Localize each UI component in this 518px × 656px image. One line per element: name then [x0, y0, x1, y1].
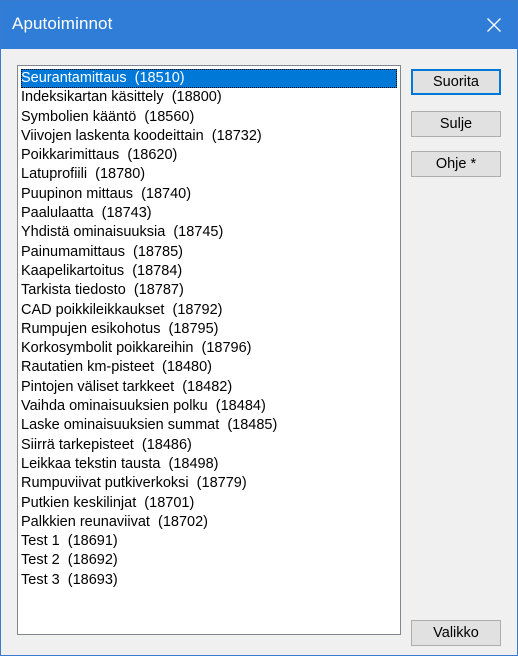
list-item[interactable]: Korkosymbolit poikkareihin (18796)	[18, 339, 400, 358]
dialog-window: Aputoiminnot Seurantamittaus (18510) Inde…	[0, 0, 518, 656]
list-item[interactable]: Puupinon mittaus (18740)	[18, 185, 400, 204]
list-item[interactable]: Seurantamittaus (18510)	[21, 69, 397, 89]
list-item[interactable]: CAD poikkileikkaukset (18792)	[18, 301, 400, 320]
list-item[interactable]: Rumpuviivat putkiverkoksi (18779)	[18, 474, 400, 493]
list-item[interactable]: Putkien keskilinjat (18701)	[18, 494, 400, 513]
help-button[interactable]: Ohje *	[411, 151, 501, 177]
close-icon	[487, 18, 501, 32]
list-item[interactable]: Painumamittaus (18785)	[18, 243, 400, 262]
list-item[interactable]: Palkkien reunaviivat (18702)	[18, 513, 400, 532]
list-item[interactable]: Test 3 (18693)	[18, 571, 400, 590]
list-item[interactable]: Indeksikartan käsittely (18800)	[18, 88, 400, 107]
list-item[interactable]: Test 2 (18692)	[18, 551, 400, 570]
close-button[interactable]	[471, 1, 517, 49]
window-title: Aputoiminnot	[12, 14, 113, 33]
list-item[interactable]: Tarkista tiedosto (18787)	[18, 281, 400, 300]
list-item[interactable]: Kaapelikartoitus (18784)	[18, 262, 400, 281]
list-item[interactable]: Viivojen laskenta koodeittain (18732)	[18, 127, 400, 146]
list-item[interactable]: Test 1 (18691)	[18, 532, 400, 551]
list-item[interactable]: Paalulaatta (18743)	[18, 204, 400, 223]
list-item[interactable]: Laske ominaisuuksien summat (18485)	[18, 416, 400, 435]
run-button[interactable]: Suorita	[411, 69, 501, 95]
list-item[interactable]: Rautatien km-pisteet (18480)	[18, 358, 400, 377]
function-list: Seurantamittaus (18510) Indeksikartan käs…	[18, 66, 400, 590]
list-item[interactable]: Latuprofiili (18780)	[18, 165, 400, 184]
list-item[interactable]: Rumpujen esikohotus (18795)	[18, 320, 400, 339]
list-item[interactable]: Siirrä tarkepisteet (18486)	[18, 436, 400, 455]
menu-button[interactable]: Valikko	[411, 620, 501, 646]
list-item[interactable]: Yhdistä ominaisuuksia (18745)	[18, 223, 400, 242]
function-listbox[interactable]: Seurantamittaus (18510) Indeksikartan käs…	[17, 65, 401, 635]
close-dialog-button[interactable]: Sulje	[411, 111, 501, 137]
list-item[interactable]: Symbolien kääntö (18560)	[18, 108, 400, 127]
title-bar[interactable]: Aputoiminnot	[1, 1, 517, 49]
list-item[interactable]: Vaihda ominaisuuksien polku (18484)	[18, 397, 400, 416]
list-item[interactable]: Leikkaa tekstin tausta (18498)	[18, 455, 400, 474]
list-item[interactable]: Poikkarimittaus (18620)	[18, 146, 400, 165]
list-item[interactable]: Pintojen väliset tarkkeet (18482)	[18, 378, 400, 397]
